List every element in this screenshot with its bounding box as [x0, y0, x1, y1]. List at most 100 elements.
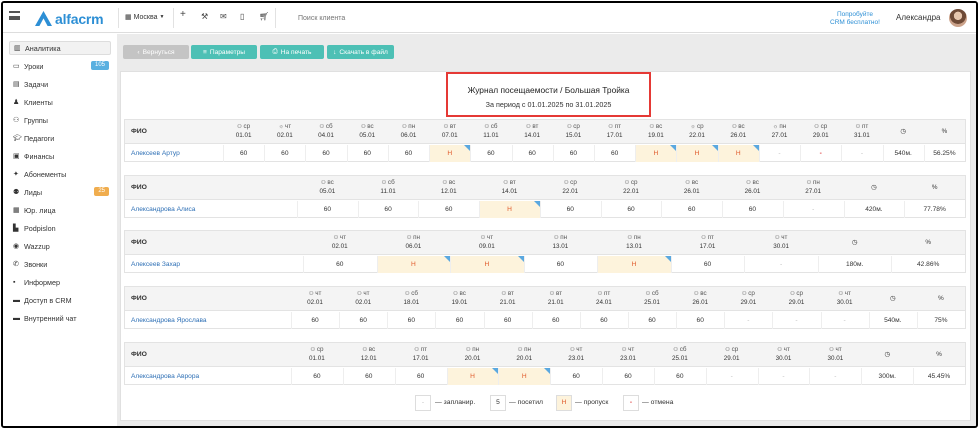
toolbar-button-2[interactable]: ≡ Параметры	[191, 45, 257, 59]
date: 12.01	[360, 354, 377, 362]
attendance-cell[interactable]: 60	[594, 145, 635, 162]
student-name-link[interactable]: Александрова Ярослава	[131, 317, 207, 324]
sidebar-item-3[interactable]: ▤ Задачи	[9, 77, 111, 91]
attendance-cell[interactable]: 60	[484, 312, 532, 329]
attendance-cell[interactable]: -	[783, 201, 844, 218]
avatar[interactable]	[949, 9, 967, 27]
attendance-cell[interactable]: -	[724, 312, 772, 329]
attendance-cell[interactable]: 60	[223, 145, 264, 162]
attendance-cell[interactable]: 60	[297, 201, 358, 218]
logo[interactable]: alfacrm	[35, 10, 104, 27]
weekday: чт	[844, 290, 851, 297]
sidebar-item-4[interactable]: ♟ Клиенты	[9, 95, 111, 109]
sidebar-item-10[interactable]: ▦ Юр. лица	[9, 203, 111, 217]
sidebar-item-2[interactable]: ▭ Уроки 105	[9, 59, 111, 73]
attendance-cell[interactable]: -	[841, 145, 882, 162]
attendance-cell[interactable]: -	[759, 145, 800, 162]
menu-icon[interactable]	[9, 11, 20, 20]
attendance-cell[interactable]: -	[809, 368, 861, 385]
attendance-cell[interactable]: 60	[628, 312, 676, 329]
toolbar-button-1[interactable]: ‹ Вернуться	[123, 45, 189, 59]
attendance-cell[interactable]: 60	[387, 312, 435, 329]
attendance-cell[interactable]: 60	[661, 201, 722, 218]
attendance-cell[interactable]: -	[706, 368, 758, 385]
user-name[interactable]: Александра	[896, 13, 940, 22]
group-icon: ⚇ чт	[569, 346, 583, 353]
wrench-icon[interactable]: ⚒	[201, 12, 208, 22]
attendance-cell[interactable]: 60	[264, 145, 305, 162]
sidebar-item-7[interactable]: ▣ Финансы	[9, 149, 111, 163]
attendance-cell[interactable]: Н	[635, 145, 677, 162]
sidebar-item-9[interactable]: ⚉ Лиды 25	[9, 185, 111, 199]
attendance-cell[interactable]: 60	[602, 368, 654, 385]
weekday: вс	[700, 290, 707, 297]
attendance-cell[interactable]: Н	[676, 145, 718, 162]
sidebar-item-1[interactable]: ▥ Аналитика	[9, 41, 111, 55]
attendance-cell[interactable]: Н	[597, 256, 671, 273]
attendance-cell[interactable]: Н	[498, 368, 551, 385]
attendance-cell[interactable]: 60	[722, 201, 783, 218]
attendance-cell[interactable]: 60	[580, 312, 628, 329]
attendance-cell[interactable]: 60	[305, 145, 346, 162]
attendance-cell[interactable]: 60	[553, 145, 594, 162]
student-name-link[interactable]: Александрова Аврора	[131, 373, 199, 380]
attendance-cell[interactable]: 60	[512, 145, 553, 162]
attendance-cell[interactable]: -	[758, 368, 810, 385]
attendance-cell[interactable]: 60	[303, 256, 377, 273]
plus-icon[interactable]: +	[180, 10, 186, 20]
sidebar-item-15[interactable]: ▬ Доступ в CRM	[9, 293, 111, 307]
attendance-cell[interactable]: 60	[291, 368, 343, 385]
toolbar-button-3[interactable]: ⎙ На печать	[260, 45, 324, 59]
attendance-cell[interactable]: Н	[479, 201, 540, 218]
cell-divider	[782, 201, 784, 218]
student-name-link[interactable]: Алексеев Захар	[131, 261, 180, 268]
cart-icon[interactable]: 🛒︎	[259, 12, 269, 22]
attendance-cell[interactable]: 60	[358, 201, 419, 218]
attendance-cell[interactable]: 60	[343, 368, 395, 385]
phone-icon[interactable]: ▯	[240, 12, 244, 22]
sidebar-item-11[interactable]: ▙ Podpislon	[9, 221, 111, 235]
attendance-cell[interactable]: -	[744, 256, 818, 273]
date-column-header: ⚇ пн 27.01	[796, 179, 830, 196]
attendance-cell[interactable]: 60	[339, 312, 387, 329]
attendance-cell[interactable]: Н	[446, 368, 499, 385]
sidebar-item-8[interactable]: ✦ Абонементы	[9, 167, 111, 181]
sidebar-item-5[interactable]: ⚇ Группы	[9, 113, 111, 127]
sidebar-item-16[interactable]: ▬ Внутренний чат	[9, 311, 111, 325]
attendance-cell[interactable]: 60	[671, 256, 745, 273]
sidebar-item-12[interactable]: ◉ Wazzup	[9, 239, 111, 253]
promo-link[interactable]: Попробуйте CRM бесплатно!	[823, 11, 887, 27]
search-input[interactable]	[298, 14, 478, 23]
attendance-cell[interactable]: 60	[524, 256, 598, 273]
attendance-cell[interactable]: 60	[540, 201, 601, 218]
attendance-cell[interactable]: -	[772, 312, 820, 329]
attendance-cell[interactable]: 60	[395, 368, 447, 385]
attendance-cell[interactable]: 60	[388, 145, 429, 162]
attendance-cell[interactable]: Н	[429, 145, 471, 162]
sidebar-item-13[interactable]: ✆ Звонки	[9, 257, 111, 271]
legend-text: — запланир.	[435, 399, 476, 406]
attendance-cell[interactable]: 60	[418, 201, 479, 218]
attendance-cell[interactable]: 60	[550, 368, 602, 385]
attendance-cell[interactable]: 60	[470, 145, 511, 162]
attendance-cell[interactable]: 60	[601, 201, 662, 218]
attendance-cell[interactable]: Н	[717, 145, 760, 162]
toolbar-button-4[interactable]: ↓ Скачать в файл	[327, 45, 394, 59]
student-name-link[interactable]: Алексеев Артур	[131, 150, 180, 157]
attendance-cell[interactable]: 60	[532, 312, 580, 329]
student-name-link[interactable]: Александрова Алиса	[131, 206, 195, 213]
sidebar-item-6[interactable]: 🎓︎ Педагоги	[9, 131, 111, 145]
attendance-cell[interactable]: Н	[450, 256, 524, 273]
attendance-cell[interactable]: -	[821, 312, 869, 329]
attendance-cell[interactable]: 60	[676, 312, 724, 329]
sidebar-item-14[interactable]: ▪ Информер	[9, 275, 111, 289]
mail-icon[interactable]: ✉	[220, 12, 227, 22]
attendance-cell[interactable]: 60	[654, 368, 706, 385]
attendance-cell[interactable]: 60	[435, 312, 483, 329]
attendance-cell[interactable]: -	[800, 145, 841, 162]
attendance-cell[interactable]: 60	[347, 145, 388, 162]
city-selector[interactable]: ▦ Москва ▼	[125, 13, 164, 22]
attendance-cell[interactable]: Н	[376, 256, 451, 273]
attendance-cell[interactable]: 60	[291, 312, 339, 329]
cell-divider	[676, 312, 678, 329]
